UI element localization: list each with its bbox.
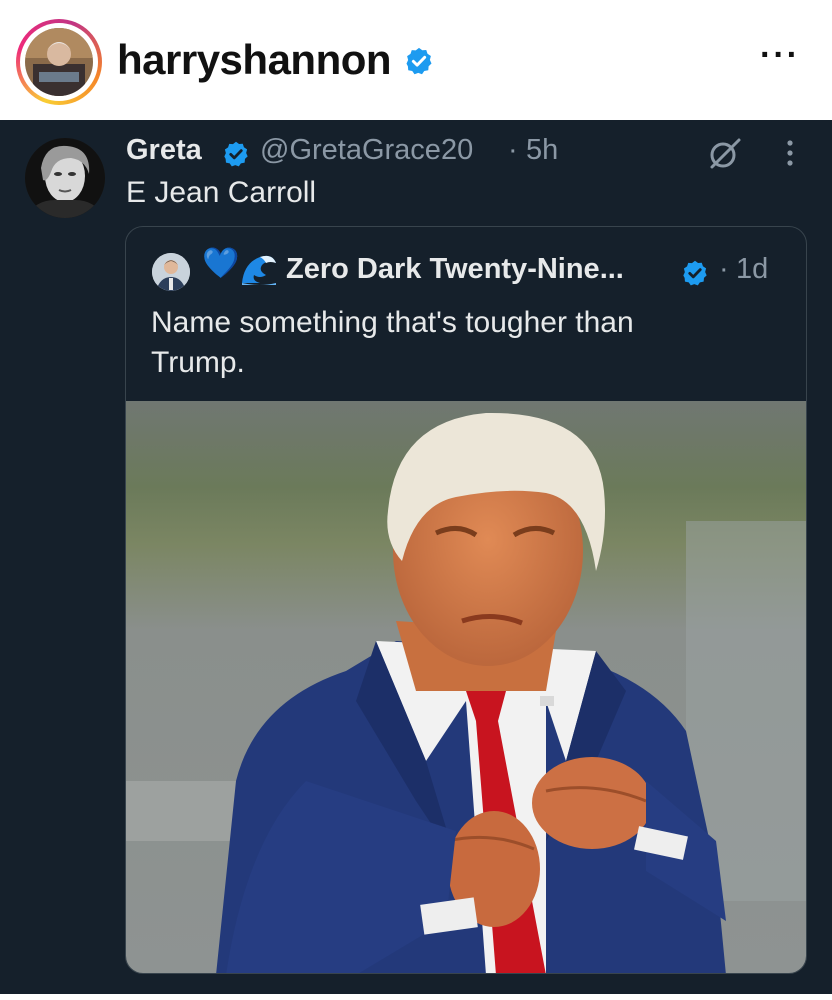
ellipsis-icon[interactable]: ···: [760, 38, 800, 72]
profile-avatar[interactable]: [25, 28, 93, 96]
wave-emoji-icon: [242, 255, 276, 285]
tweet-screenshot: Greta @GretaGrace20 · 5h E Jean Carroll …: [0, 120, 832, 994]
tweet-author-avatar[interactable]: [25, 138, 105, 218]
bottom-divider: [0, 994, 832, 1000]
story-ring[interactable]: [16, 19, 102, 105]
verified-badge-icon: [406, 47, 432, 75]
tweet-author-handle[interactable]: @GretaGrace20: [260, 134, 473, 167]
quoted-author-avatar[interactable]: [152, 253, 190, 291]
quoted-timestamp[interactable]: 1d: [736, 253, 768, 286]
quoted-text-line: Name something that's tougher than: [151, 306, 634, 339]
tweet-author-name[interactable]: Greta: [126, 134, 202, 167]
blue-heart-emoji: 💙: [202, 247, 240, 280]
tweet-timestamp[interactable]: 5h: [526, 134, 558, 167]
quoted-tweet-card[interactable]: 💙 Zero Dark Twenty-Nine... · 1d Name som…: [125, 226, 807, 974]
verified-badge-icon: [683, 260, 707, 286]
verified-badge-icon: [224, 141, 248, 167]
quoted-media-photo[interactable]: [126, 401, 806, 973]
separator-dot: ·: [508, 134, 518, 166]
tweet-text: E Jean Carroll: [126, 176, 317, 209]
post-header: harryshannon ···: [0, 0, 832, 120]
vertical-dots-icon[interactable]: [780, 138, 800, 168]
separator-dot: ·: [719, 253, 729, 285]
grok-icon[interactable]: [706, 134, 744, 172]
username[interactable]: harryshannon: [117, 36, 392, 84]
quoted-text-line: Trump.: [151, 346, 245, 379]
quoted-tweet-text: Name something that's tougher than Trump…: [151, 303, 781, 383]
quoted-author-name[interactable]: Zero Dark Twenty-Nine...: [286, 253, 624, 286]
